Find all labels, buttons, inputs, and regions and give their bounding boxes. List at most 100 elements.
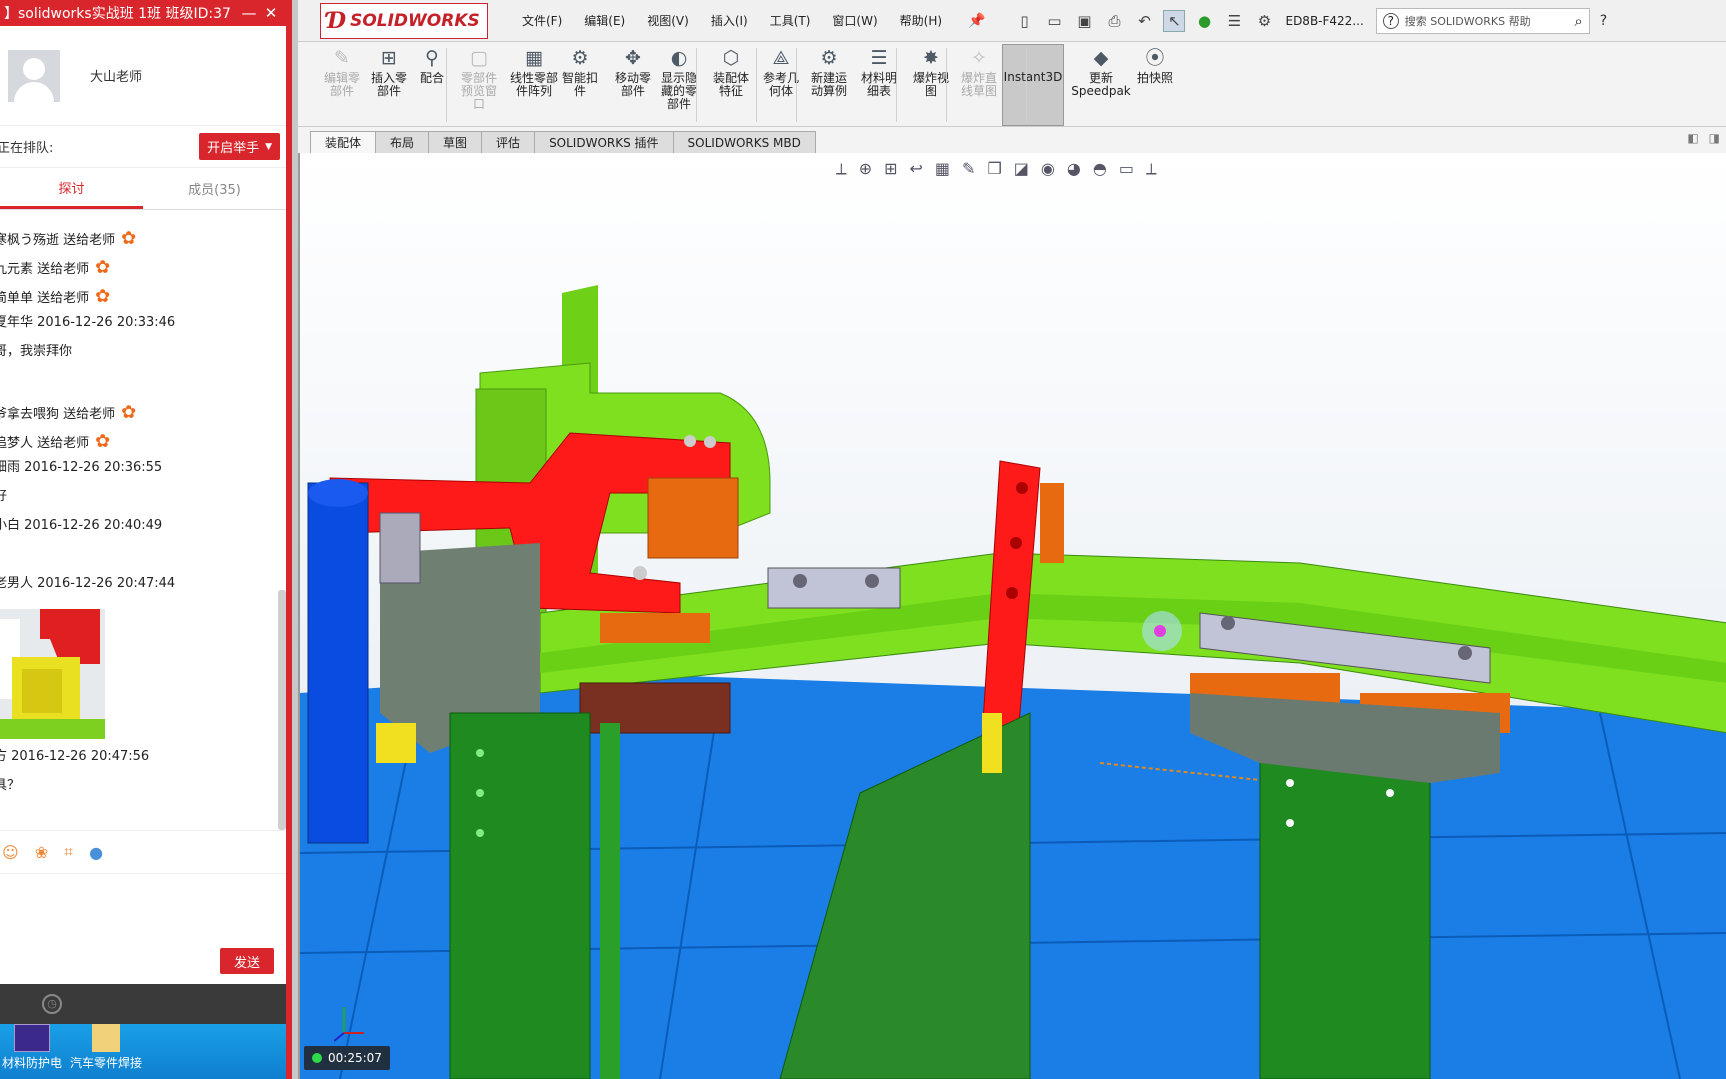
screenshot-icon[interactable]: ⌗: [64, 842, 73, 862]
new-document-icon[interactable]: ▯: [1013, 10, 1035, 32]
speedpak-icon: ◆: [1093, 47, 1109, 69]
edit-appearance-icon[interactable]: ◕: [1067, 159, 1081, 179]
queue-label: 正在排队:: [0, 141, 54, 156]
ribbon-separator: [446, 48, 447, 122]
ribbon-button-reference-geometry[interactable]: ⟁ 参考几 何体: [756, 48, 806, 98]
ribbon-separator: [896, 48, 897, 122]
menu-tools[interactable]: 工具(T): [770, 12, 811, 29]
ribbon-button-exploded-view[interactable]: ✸ 爆炸视 图: [906, 48, 956, 98]
bolt-hole: [1016, 482, 1028, 494]
chat-message: 小白 2016-12-26 20:40:49: [0, 518, 286, 547]
menu-insert[interactable]: 插入(I): [711, 12, 748, 29]
ribbon-button-smart-fastener[interactable]: ⚙ 智能扣 件: [556, 48, 604, 98]
ribbon-button-instant3d[interactable]: Instant3D: [1002, 44, 1064, 126]
search-icon[interactable]: ⌕: [1574, 12, 1582, 30]
save-icon[interactable]: ▣: [1073, 10, 1095, 32]
undo-icon[interactable]: ↶: [1133, 10, 1155, 32]
axis-triad-icon[interactable]: ⟂: [1146, 159, 1157, 179]
rebuild-traffic-light-icon[interactable]: ●: [1193, 10, 1215, 32]
tab-sketch[interactable]: 草图: [428, 131, 483, 153]
screen: 】 solidworks实战班 1班 班级ID:37 — ✕ 大山老师 正在排队…: [0, 0, 1726, 1079]
panel-toggle-group: ◧ ◨: [1687, 131, 1720, 145]
graphics-area[interactable]: ⟂ ⊕ ⊞ ↩ ▦ ✎ ❒ ◪ ◉ ◕ ◓ ▭ ⟂ 00:25:07: [298, 153, 1726, 1079]
view-orientation-icon[interactable]: ⟂: [836, 159, 847, 179]
exploded-view-icon: ✸: [923, 47, 939, 69]
ribbon-button-snapshot[interactable]: ⦿ 拍快照: [1130, 48, 1180, 85]
dynamic-annotation-icon[interactable]: ✎: [962, 159, 975, 179]
desktop-icon-1[interactable]: 材料防护电: [2, 1024, 62, 1071]
ribbon-button-explode-line-sketch[interactable]: ✧ 爆炸直 线草图: [954, 48, 1004, 98]
help-question-icon[interactable]: ?: [1600, 13, 1607, 29]
ribbon-button-edit-component[interactable]: ✎ 编辑零 部件: [316, 48, 368, 98]
assembly-3d-model[interactable]: [300, 153, 1726, 1079]
chat-message: [0, 807, 286, 832]
mount-hole: [1286, 779, 1294, 787]
search-box[interactable]: ? 搜索 SOLIDWORKS 帮助 ⌕: [1375, 7, 1590, 34]
ribbon-button-speedpak[interactable]: ◆ 更新 Speedpak: [1070, 48, 1132, 98]
bolt-hole: [1221, 616, 1235, 630]
ribbon-button-assembly-feature[interactable]: ⬡ 装配体 特征: [706, 48, 756, 98]
chat-message-text: 方 2016-12-26 20:47:56: [0, 749, 150, 764]
apply-scene-icon[interactable]: ◓: [1093, 159, 1107, 179]
desktop-icon-2[interactable]: 汽车零件焊接: [70, 1024, 142, 1071]
ribbon-button-motion-study[interactable]: ⚙ 新建运 动算例: [804, 48, 854, 98]
flower-gift-icon[interactable]: ❀: [35, 843, 48, 862]
collapse-left-icon[interactable]: ◧: [1687, 131, 1698, 145]
zoom-area-icon[interactable]: ⊞: [884, 159, 897, 179]
chat-bubble-icon[interactable]: ●: [89, 843, 103, 862]
ribbon-button-insert-component[interactable]: ⊞ 插入零 部件: [364, 48, 414, 98]
ribbon-button-preview-window[interactable]: ▢ 零部件 预览窗 口: [454, 48, 504, 112]
chat-message: 细雨 2016-12-26 20:36:55: [0, 460, 286, 489]
minimize-button[interactable]: —: [238, 4, 260, 22]
hide-show-icon[interactable]: ◉: [1041, 159, 1055, 179]
raise-hand-button[interactable]: 开启举手 ▼: [199, 133, 280, 160]
message-scrollbar[interactable]: [278, 590, 286, 830]
orange-stopper: [600, 613, 710, 643]
tab-discussion[interactable]: 探讨: [0, 168, 143, 209]
close-button[interactable]: ✕: [260, 4, 282, 22]
select-pointer-icon[interactable]: ↖: [1163, 9, 1186, 32]
pin-icon[interactable]: 📌: [968, 13, 985, 29]
view-cube-icon[interactable]: ❒: [987, 159, 1001, 179]
open-folder-icon[interactable]: ▭: [1043, 10, 1065, 32]
recording-indicator-icon: [312, 1053, 322, 1063]
previous-view-icon[interactable]: ↩: [910, 159, 923, 179]
menu-window[interactable]: 窗口(W): [832, 12, 877, 29]
solidworks-window: Ɗ SOLIDWORKS 文件(F) 编辑(E) 视图(V) 插入(I) 工具(…: [298, 0, 1726, 1079]
clock-icon[interactable]: ◷: [42, 994, 62, 1014]
zoom-to-fit-icon[interactable]: ⊕: [859, 159, 872, 179]
ribbon-button-label: 装配体 特征: [712, 71, 749, 99]
tab-assembly[interactable]: 装配体: [310, 131, 377, 153]
tab-mbd[interactable]: SOLIDWORKS MBD: [672, 131, 816, 153]
section-view-icon[interactable]: ▦: [935, 159, 950, 179]
tab-evaluate[interactable]: 评估: [481, 131, 536, 153]
display-style-icon[interactable]: ◪: [1014, 159, 1029, 179]
file-properties-icon[interactable]: ☰: [1223, 10, 1245, 32]
menu-view[interactable]: 视图(V): [647, 12, 689, 29]
collapse-right-icon[interactable]: ◨: [1709, 131, 1720, 145]
solidworks-logo[interactable]: Ɗ SOLIDWORKS: [320, 2, 488, 39]
view-settings-icon[interactable]: ▭: [1119, 159, 1134, 179]
chat-message-text: 追梦人 送给老师: [0, 436, 90, 451]
avatar[interactable]: [8, 49, 60, 102]
chat-footer-bar: ◷: [0, 984, 286, 1024]
mount-hole: [476, 829, 484, 837]
tab-addins[interactable]: SOLIDWORKS 插件: [534, 131, 674, 153]
caret-down-icon: ▼: [265, 141, 272, 152]
chat-message-text: 老男人 2016-12-26 20:47:44: [0, 576, 176, 591]
tab-members[interactable]: 成员(35): [143, 168, 286, 209]
chat-image[interactable]: [0, 609, 105, 739]
bolt-hole: [1006, 587, 1018, 599]
options-gear-icon[interactable]: ⚙: [1253, 10, 1275, 32]
chat-message-text: 简单单 送给老师: [0, 291, 90, 306]
menu-edit[interactable]: 编辑(E): [584, 12, 625, 29]
ribbon-button-move-component[interactable]: ✥ 移动零 部件: [606, 48, 660, 98]
send-button[interactable]: 发送: [220, 948, 274, 974]
menu-help[interactable]: 帮助(H): [900, 12, 942, 29]
chat-title-bar: 】 solidworks实战班 1班 班级ID:37 — ✕: [0, 0, 286, 26]
print-icon[interactable]: ⎙: [1103, 10, 1125, 32]
tab-layout[interactable]: 布局: [375, 131, 430, 153]
chat-message: 寒枫う殇逝 送给老师 ✿: [0, 228, 286, 257]
emoji-icon[interactable]: ☺: [2, 843, 19, 862]
menu-file[interactable]: 文件(F): [522, 12, 562, 29]
